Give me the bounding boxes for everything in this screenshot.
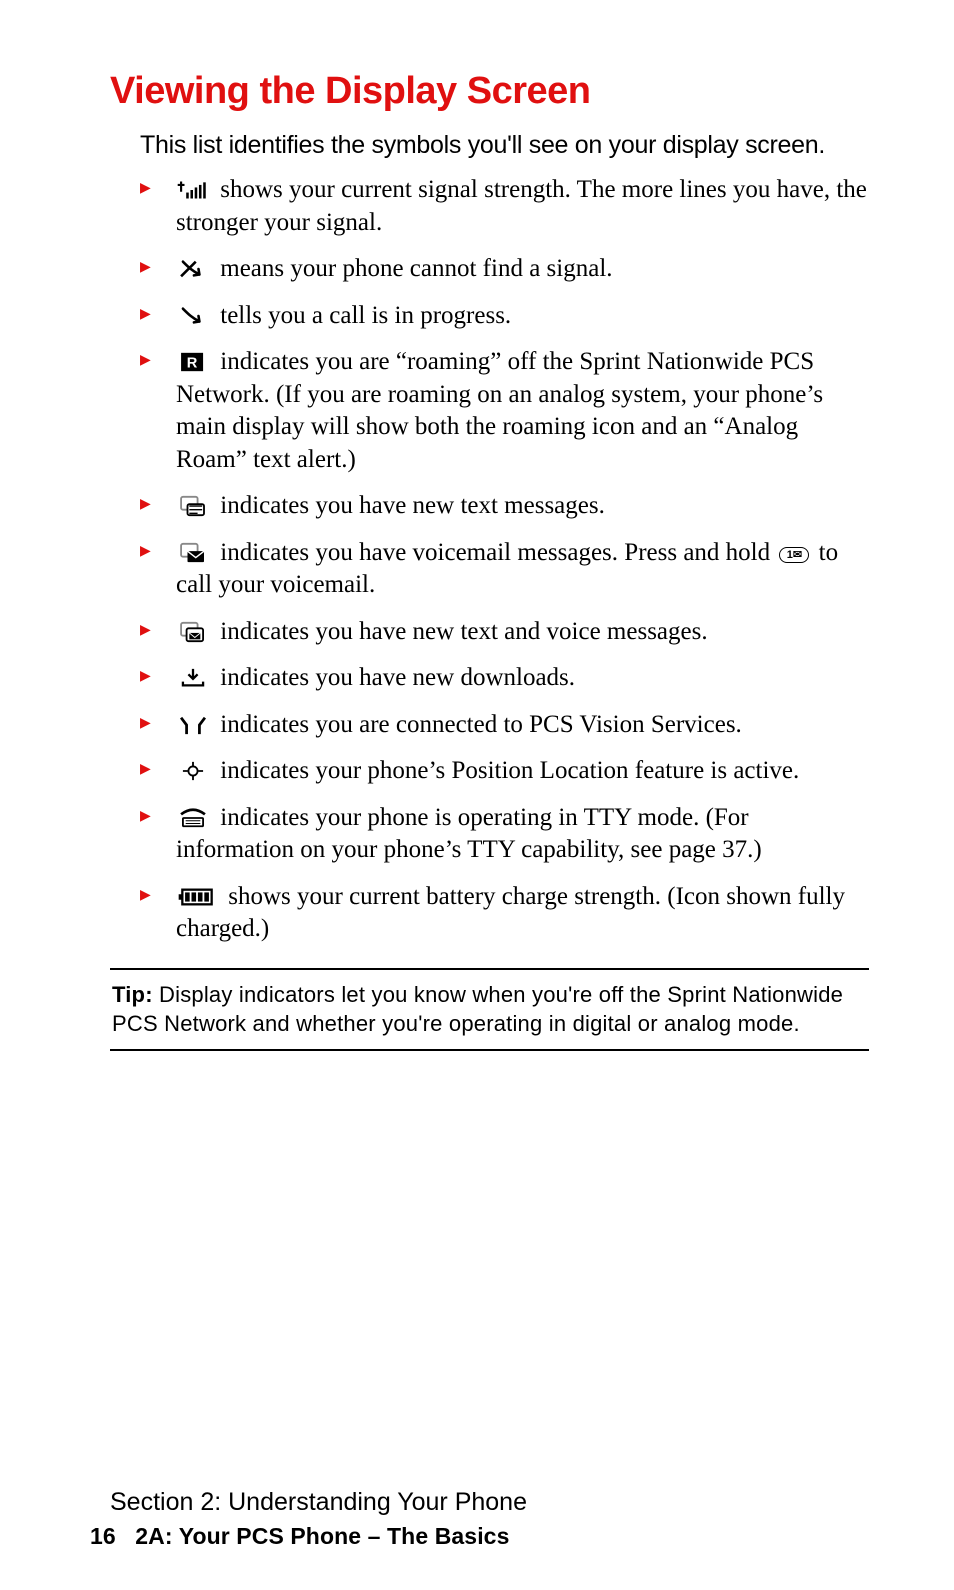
- list-item: indicates you have voicemail messages. P…: [140, 537, 869, 602]
- item-text: indicates your phone’s Position Location…: [220, 757, 799, 784]
- list-item: means your phone cannot find a signal.: [140, 253, 869, 286]
- tip-label: Tip:: [112, 982, 153, 1007]
- list-item: indicates you have new downloads.: [140, 662, 869, 695]
- item-text: indicates you have new downloads.: [220, 664, 575, 691]
- downloads-icon: [176, 666, 210, 688]
- signal-bars-icon: [176, 178, 210, 200]
- voicemail-icon: [176, 541, 210, 563]
- item-text: indicates you have new text and voice me…: [220, 618, 707, 645]
- list-item: R indicates you are “roaming” off the Sp…: [140, 346, 869, 476]
- no-signal-icon: [176, 257, 210, 279]
- footer-page-number: 16: [90, 1523, 116, 1549]
- item-text: tells you a call is in progress.: [220, 302, 511, 329]
- svg-text:R: R: [187, 356, 198, 372]
- item-text: shows your current battery charge streng…: [176, 883, 845, 943]
- tip-box: Tip: Display indicators let you know whe…: [110, 968, 869, 1051]
- item-text: indicates your phone is operating in TTY…: [176, 804, 762, 864]
- item-text: indicates you have new text messages.: [220, 492, 605, 519]
- list-item: indicates you are connected to PCS Visio…: [140, 709, 869, 742]
- item-text: means your phone cannot find a signal.: [220, 255, 612, 282]
- pcs-vision-icon: [176, 713, 210, 735]
- footer-page-line: 16 2A: Your PCS Phone – The Basics: [90, 1523, 954, 1550]
- list-item: indicates your phone is operating in TTY…: [140, 802, 869, 867]
- roaming-icon: R: [176, 350, 210, 372]
- list-item: indicates you have new text messages.: [140, 490, 869, 523]
- text-voice-icon: [176, 620, 210, 642]
- symbol-list: shows your current signal strength. The …: [140, 174, 869, 946]
- text-message-icon: [176, 494, 210, 516]
- key-1-voicemail: 1✉: [779, 547, 809, 563]
- list-item: indicates you have new text and voice me…: [140, 616, 869, 649]
- item-text: indicates you have voicemail messages. P…: [220, 539, 776, 566]
- list-item: indicates your phone’s Position Location…: [140, 755, 869, 788]
- battery-icon: [176, 885, 218, 907]
- item-text: shows your current signal strength. The …: [176, 176, 867, 236]
- item-text: indicates you are connected to PCS Visio…: [220, 711, 742, 738]
- position-icon: [176, 759, 210, 781]
- list-item: tells you a call is in progress.: [140, 300, 869, 333]
- footer-page-title: 2A: Your PCS Phone – The Basics: [135, 1523, 509, 1549]
- page-heading: Viewing the Display Screen: [110, 70, 869, 113]
- intro-text: This list identifies the symbols you'll …: [140, 131, 869, 160]
- item-text: indicates you are “roaming” off the Spri…: [176, 348, 823, 473]
- call-progress-icon: [176, 304, 210, 326]
- footer-section-line: Section 2: Understanding Your Phone: [110, 1488, 954, 1517]
- tip-text: Display indicators let you know when you…: [112, 982, 843, 1037]
- list-item: shows your current signal strength. The …: [140, 174, 869, 239]
- tty-icon: [176, 806, 210, 828]
- page-footer: Section 2: Understanding Your Phone 16 2…: [0, 1488, 954, 1550]
- list-item: shows your current battery charge streng…: [140, 881, 869, 946]
